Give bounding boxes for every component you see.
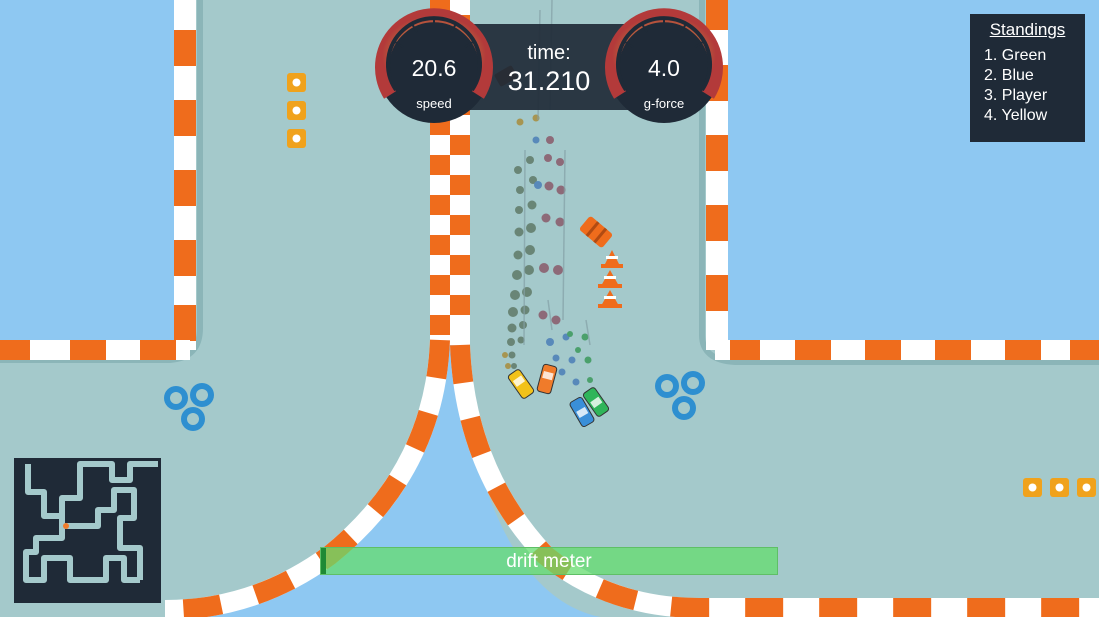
track-minimap (14, 458, 161, 603)
curb-right-horizontal (715, 340, 1099, 360)
standings-title: Standings (989, 20, 1066, 39)
speed-label: speed (416, 96, 451, 111)
standings-list: 1. Green 2. Blue 3. Player 4. Yellow (984, 46, 1085, 126)
time-label: time: (527, 42, 570, 64)
drift-meter: drift meter (320, 547, 778, 575)
game-viewport: time: 31.210 20.6 speed 4.0 g-force Stan… (0, 0, 1099, 617)
gforce-label: g-force (644, 96, 684, 111)
time-value: 31.210 (508, 66, 591, 96)
marker-cluster-top-left (287, 73, 306, 148)
standings-entry: 3. Player (984, 87, 1048, 104)
speed-value: 20.6 (412, 55, 457, 81)
drift-meter-label: drift meter (506, 551, 592, 572)
curb-left-vertical (174, 0, 196, 350)
race-scene: time: 31.210 20.6 speed 4.0 g-force (0, 0, 1099, 617)
speedometer-icon: 20.6 speed (375, 8, 493, 123)
curb-left-horizontal (0, 340, 190, 360)
marker-cluster-right (1023, 478, 1096, 497)
standings-entry: 1. Green (984, 47, 1047, 64)
gforce-value: 4.0 (648, 55, 680, 81)
standings-panel: Standings 1. Green 2. Blue 3. Player 4. … (970, 14, 1085, 142)
player-position-dot (63, 523, 69, 529)
standings-entry: 2. Blue (984, 67, 1034, 84)
standings-entry: 4. Yellow (984, 107, 1048, 124)
gforce-gauge-icon: 4.0 g-force (605, 8, 723, 123)
